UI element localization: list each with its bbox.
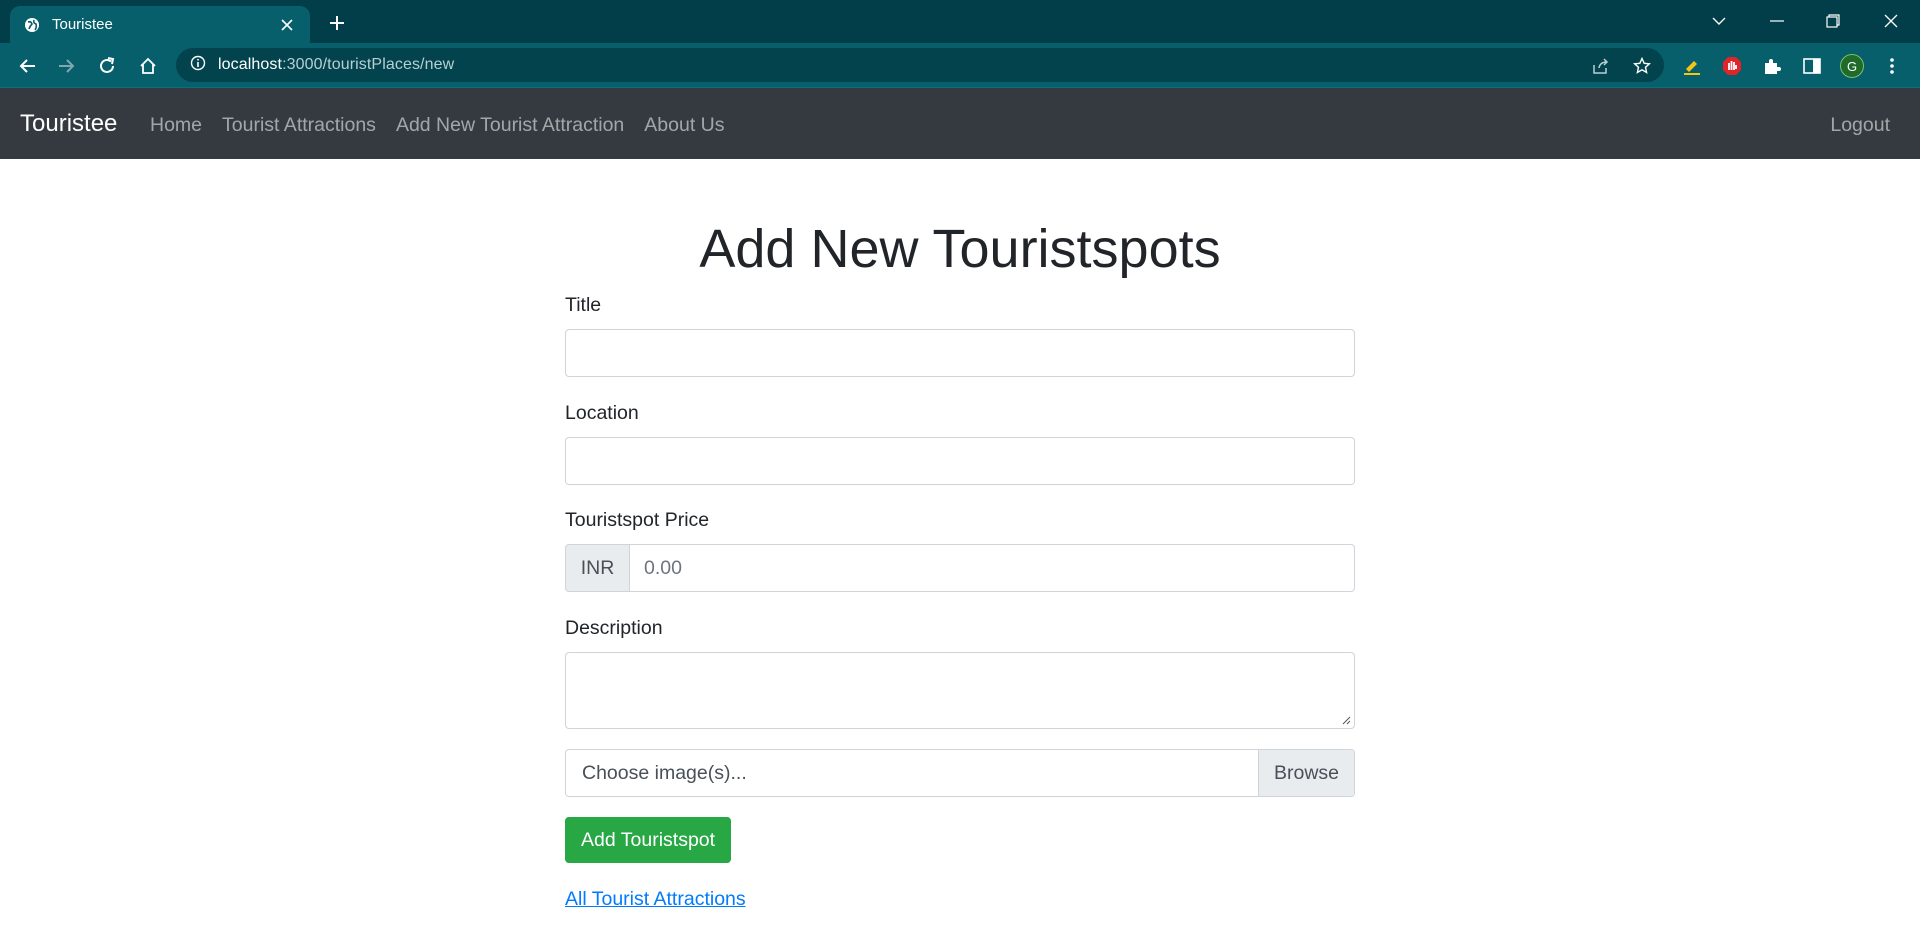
- new-tab-icon[interactable]: [324, 10, 350, 36]
- bookmark-star-icon[interactable]: [1630, 54, 1654, 78]
- nav-link-home[interactable]: Home: [150, 114, 202, 137]
- back-arrow-icon[interactable]: [13, 52, 41, 80]
- all-tourist-attractions-link[interactable]: All Tourist Attractions: [565, 888, 746, 911]
- adblock-extension-icon[interactable]: [1718, 52, 1746, 80]
- browse-button[interactable]: Browse: [1258, 750, 1354, 796]
- restore-icon[interactable]: [1816, 8, 1850, 34]
- info-icon[interactable]: [190, 55, 206, 76]
- browser-tab[interactable]: Touristee: [10, 6, 310, 43]
- side-panel-icon[interactable]: [1798, 52, 1826, 80]
- browser-toolbar: localhost:3000/touristPlaces/new G: [0, 43, 1920, 88]
- highlighter-extension-icon[interactable]: [1678, 52, 1706, 80]
- forward-arrow-icon[interactable]: [53, 52, 81, 80]
- tab-search-icon[interactable]: [1702, 8, 1736, 34]
- share-icon[interactable]: [1589, 54, 1613, 78]
- description-textarea[interactable]: [565, 652, 1355, 729]
- price-input[interactable]: 0.00: [630, 544, 1355, 592]
- price-label: Touristspot Price: [565, 509, 710, 531]
- navbar-brand[interactable]: Touristee: [20, 110, 117, 138]
- tab-title: Touristee: [52, 16, 113, 33]
- url-text: localhost:3000/touristPlaces/new: [218, 56, 455, 73]
- description-label: Description: [565, 617, 663, 639]
- image-file-input[interactable]: Choose image(s)... Browse: [565, 749, 1355, 797]
- page-title: Add New Touristspots: [699, 219, 1221, 279]
- profile-avatar[interactable]: G: [1838, 52, 1866, 80]
- close-window-icon[interactable]: [1874, 8, 1908, 34]
- close-tab-icon[interactable]: [278, 16, 296, 34]
- browser-tab-strip: Touristee: [0, 0, 1920, 43]
- nav-links: Home Tourist Attractions Add New Tourist…: [150, 114, 745, 137]
- currency-prefix: INR: [565, 544, 630, 592]
- title-input[interactable]: [565, 329, 1355, 377]
- logout-link[interactable]: Logout: [1830, 114, 1890, 137]
- browser-menu-icon[interactable]: [1878, 52, 1906, 80]
- minimize-icon[interactable]: [1760, 8, 1794, 34]
- reload-icon[interactable]: [93, 52, 121, 80]
- nav-link-about-us[interactable]: About Us: [644, 114, 724, 137]
- location-label: Location: [565, 402, 639, 424]
- file-input-label: Choose image(s)...: [582, 761, 747, 784]
- nav-link-tourist-attractions[interactable]: Tourist Attractions: [222, 114, 376, 137]
- address-bar[interactable]: localhost:3000/touristPlaces/new: [176, 48, 1664, 82]
- nav-link-add-new-attraction[interactable]: Add New Tourist Attraction: [396, 114, 624, 137]
- location-input[interactable]: [565, 437, 1355, 485]
- price-input-group: INR 0.00: [565, 544, 1355, 592]
- home-icon[interactable]: [134, 52, 162, 80]
- site-navbar: Touristee Home Tourist Attractions Add N…: [0, 88, 1920, 159]
- add-touristspot-button[interactable]: Add Touristspot: [565, 817, 732, 863]
- extensions-puzzle-icon[interactable]: [1758, 52, 1786, 80]
- resize-handle-icon[interactable]: [1341, 715, 1351, 725]
- globe-icon: [24, 17, 40, 33]
- title-label: Title: [565, 294, 602, 316]
